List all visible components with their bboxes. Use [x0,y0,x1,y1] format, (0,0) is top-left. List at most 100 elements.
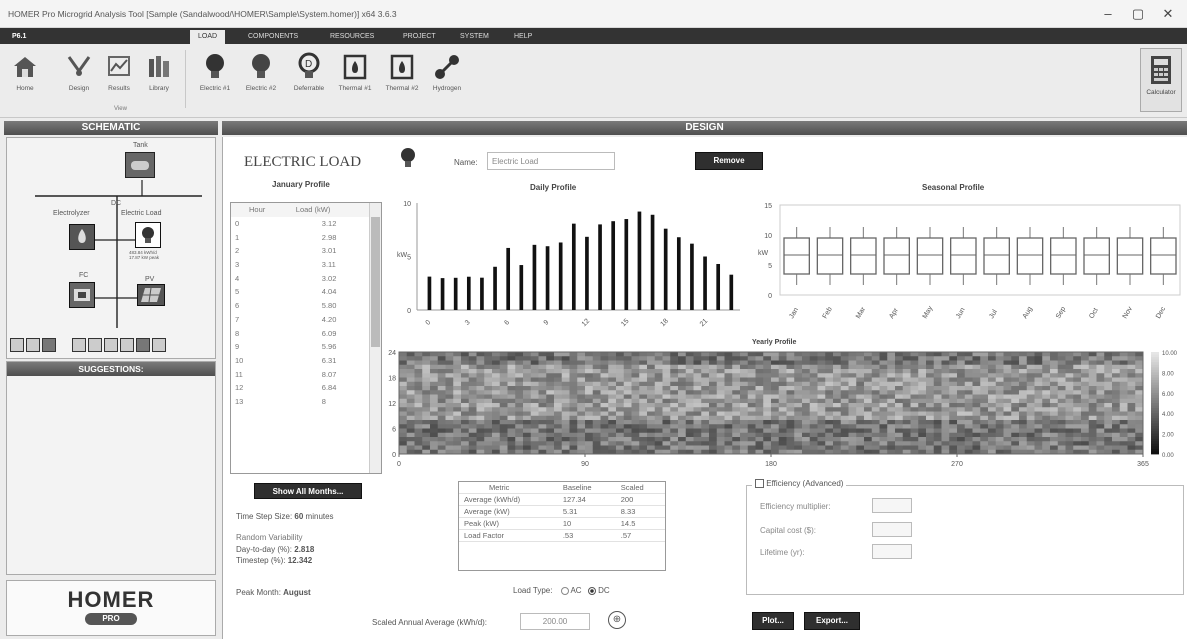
load-name-input[interactable] [487,152,615,170]
pv-component[interactable] [137,284,165,306]
design-button[interactable]: Design [60,48,98,110]
settings-icon[interactable] [152,338,166,352]
tab-system[interactable]: SYSTEM [452,30,497,44]
zoom-in-icon[interactable] [10,338,24,352]
heatmap-cell [654,428,663,434]
fit-icon[interactable] [42,338,56,352]
heatmap-cell [670,428,679,434]
heatmap-cell [577,369,586,374]
table-row[interactable]: 6 5.80 [231,299,369,313]
electric-load-component[interactable] [135,222,161,248]
dc-radio[interactable] [587,586,596,595]
heatmap-cell [918,437,927,442]
table-row[interactable]: 13 8 [231,395,369,409]
show-all-months-button[interactable]: Show All Months... [254,483,362,499]
tab-load[interactable]: LOAD [190,30,226,44]
library-button[interactable]: Library [140,48,178,110]
tab-project[interactable]: PROJECT [395,30,444,44]
tab-resources[interactable]: RESOURCES [322,30,382,44]
zoom-out-icon[interactable] [26,338,40,352]
thermal-1-button[interactable]: Thermal #1 [336,48,374,110]
load-cell[interactable]: 8 [292,395,369,409]
load-cell[interactable]: 3.02 [292,271,369,285]
layout-icon[interactable] [72,338,86,352]
load-cell[interactable]: 5.96 [292,340,369,354]
lifetime-label: Lifetime (yr): [760,548,805,557]
lifetime-input[interactable] [872,544,912,559]
table-row[interactable]: 5 4.04 [231,285,369,299]
load-cell[interactable]: 6.31 [292,354,369,368]
table-row[interactable]: 2 3.01 [231,244,369,258]
maximize-button[interactable]: ▢ [1123,4,1153,24]
minimize-button[interactable]: – [1093,4,1123,24]
ac-radio[interactable] [560,586,569,595]
remove-button[interactable]: Remove [695,152,763,170]
scaled-annual-average-input[interactable] [520,613,590,630]
grid-icon[interactable] [88,338,102,352]
export-image-icon[interactable] [120,338,134,352]
select-icon[interactable] [104,338,118,352]
table-row[interactable]: 9 5.96 [231,340,369,354]
close-button[interactable]: ✕ [1153,4,1183,24]
capital-cost-input[interactable] [872,522,912,537]
table-row[interactable]: 10 6.31 [231,354,369,368]
calculator-button[interactable]: Calculator [1140,48,1182,112]
heatmap-cell [701,369,710,374]
efficiency-multiplier-input[interactable] [872,498,912,513]
timestep-variability-value[interactable]: 12.342 [288,556,312,565]
table-row[interactable]: 7 4.20 [231,313,369,327]
heatmap-cell [1081,415,1090,421]
heatmap-cell [461,424,470,429]
plot-button[interactable]: Plot... [752,612,794,630]
heatmap-cell [1026,437,1035,442]
load-cell[interactable]: 3.11 [292,258,369,272]
heatmap-cell [1096,364,1105,370]
table-row[interactable]: 0 3.12 [231,217,369,231]
electric-1-button[interactable]: Electric #1 [196,48,234,110]
heatmap-cell [933,441,942,446]
table-scrollbar[interactable] [369,203,381,473]
load-cell[interactable]: 8.07 [292,367,369,381]
tab-components[interactable]: COMPONENTS [240,30,306,44]
print-icon[interactable] [136,338,150,352]
export-button[interactable]: Export... [804,612,860,630]
table-row[interactable]: 11 8.07 [231,367,369,381]
heatmap-cell [639,381,648,387]
heatmap-cell [577,411,586,417]
electric-2-button[interactable]: Electric #2 [242,48,280,110]
efficiency-checkbox[interactable] [755,479,764,489]
table-row[interactable]: 1 2.98 [231,230,369,244]
deferrable-button[interactable]: D Deferrable [290,48,328,110]
load-cell[interactable]: 6.84 [292,381,369,395]
table-row[interactable]: 3 3.11 [231,258,369,272]
heatmap-cell [1003,398,1012,404]
home-button[interactable]: Home [6,48,44,110]
scale-swatch [1151,397,1159,401]
table-row[interactable]: 12 6.84 [231,381,369,395]
table-row[interactable]: 8 6.09 [231,326,369,340]
fuel-cell-component[interactable] [69,282,95,308]
results-button[interactable]: Results [100,48,138,110]
heatmap-cell [856,398,865,404]
app-menu-tab[interactable]: P6.1 [4,30,34,44]
hydrogen-button[interactable]: Hydrogen [428,48,466,110]
electrolyzer-component[interactable] [69,224,95,250]
load-cell[interactable]: 2.98 [292,230,369,244]
heatmap-cell [918,411,927,417]
heatmap-cell [476,437,485,442]
heatmap-cell [631,428,640,434]
tab-help[interactable]: HELP [506,30,540,44]
sensitivity-icon[interactable]: ⊕ [608,611,626,629]
load-cell[interactable]: 6.09 [292,326,369,340]
load-cell[interactable]: 3.01 [292,244,369,258]
table-row[interactable]: 4 3.02 [231,271,369,285]
load-cell[interactable]: 3.12 [292,217,369,231]
load-cell[interactable]: 5.80 [292,299,369,313]
load-cell[interactable]: 4.04 [292,285,369,299]
load-cell[interactable]: 4.20 [292,313,369,327]
tank-component[interactable] [125,152,155,178]
scrollbar-thumb[interactable] [371,217,380,347]
day-to-day-value[interactable]: 2.818 [294,545,314,554]
thermal-2-button[interactable]: Thermal #2 [383,48,421,110]
heatmap-cell [1088,407,1097,412]
